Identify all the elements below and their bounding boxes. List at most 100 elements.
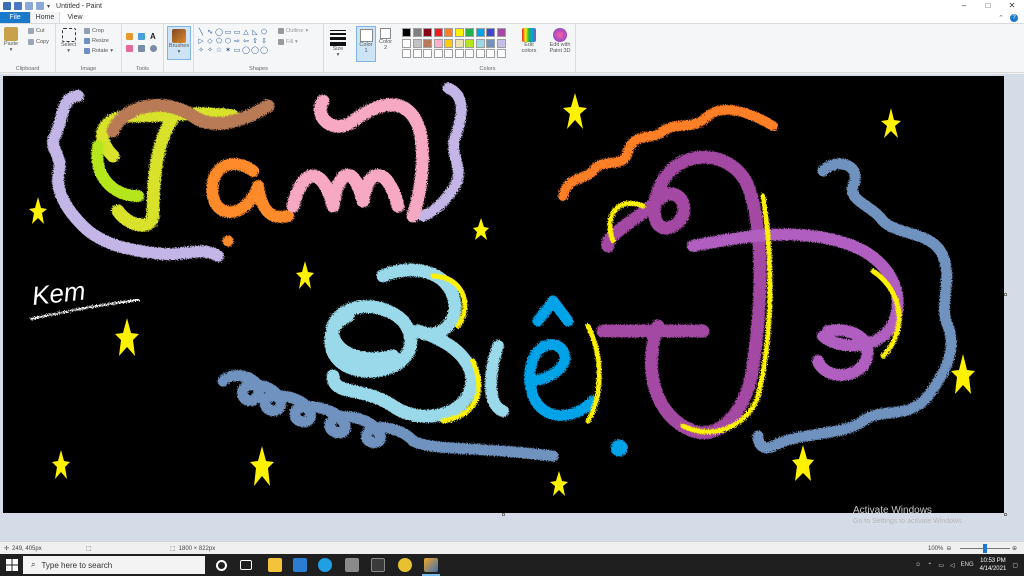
shape-option[interactable]: ✶ <box>224 47 232 55</box>
task-view-icon[interactable] <box>240 560 252 570</box>
shape-option[interactable]: ╲ <box>197 29 205 37</box>
crop-button[interactable]: Crop <box>84 28 104 34</box>
shape-option[interactable]: △ <box>242 29 250 37</box>
network-icon[interactable]: ▭ <box>938 562 944 569</box>
taskbar-search[interactable]: ⌕ Type here to search <box>23 556 205 574</box>
shape-option[interactable]: ⇩ <box>260 38 268 46</box>
color-swatch[interactable] <box>486 49 495 58</box>
close-button[interactable]: ✕ <box>1000 0 1024 12</box>
shape-option[interactable]: ⇨ <box>233 38 241 46</box>
edge-icon[interactable] <box>318 558 332 572</box>
fill-bucket-icon[interactable] <box>138 33 145 40</box>
color-swatch[interactable] <box>486 28 495 37</box>
color-swatch[interactable] <box>402 38 411 48</box>
select-button[interactable]: Select ▾ <box>61 28 76 54</box>
mail-icon[interactable] <box>293 558 307 572</box>
color-swatch[interactable] <box>465 28 474 37</box>
shape-option[interactable]: ⬠ <box>260 29 268 37</box>
resize-handle-right[interactable] <box>1004 293 1007 296</box>
shape-option[interactable]: ◯ <box>215 29 223 37</box>
shape-option[interactable]: ⇦ <box>242 38 250 46</box>
chevron-up-icon[interactable]: ⌃ <box>927 562 932 569</box>
shape-option[interactable]: ⇧ <box>251 38 259 46</box>
copy-button[interactable]: Copy <box>28 39 49 45</box>
shape-option[interactable]: ▷ <box>197 38 205 46</box>
save-icon[interactable] <box>14 2 22 10</box>
help-icon[interactable]: ? <box>1010 13 1018 22</box>
pencil-icon[interactable] <box>126 33 133 40</box>
color-swatch[interactable] <box>412 49 422 58</box>
color-swatch[interactable] <box>433 28 443 37</box>
color2-button[interactable]: Color 2 <box>379 28 392 51</box>
shape-option[interactable]: ▭ <box>233 29 241 37</box>
file-explorer-icon[interactable] <box>268 558 282 572</box>
cut-button[interactable]: Cut <box>28 28 45 34</box>
shape-option[interactable]: ◇ <box>206 38 214 46</box>
minimize-button[interactable]: – <box>952 0 976 12</box>
chrome-icon[interactable] <box>398 558 412 572</box>
shapes-gallery[interactable]: ╲ ∿ ◯ ▭ ▭ △ ◺ ⬠ ▷ ◇ ⬠ ⬡ ⇨ ⇦ ⇧ ⇩ ✧ ✧ ☆ ✶ ▭ ◯ ◯ ◯ <box>197 29 268 55</box>
color-swatch[interactable] <box>475 38 485 48</box>
color-swatch[interactable] <box>486 38 495 48</box>
maximize-button[interactable]: □ <box>976 0 1000 12</box>
color-swatch[interactable] <box>433 38 443 48</box>
customize-qa-icon[interactable]: ▾ <box>47 3 50 10</box>
color-swatch[interactable] <box>475 49 485 58</box>
rotate-button[interactable]: Rotate ▾ <box>84 48 113 54</box>
people-icon[interactable]: ☺ <box>915 562 921 568</box>
zoom-in-icon[interactable]: ⊕ <box>1012 545 1017 552</box>
resize-button[interactable]: Resize <box>84 38 109 44</box>
eraser-icon[interactable] <box>126 45 133 52</box>
magnifier-icon[interactable] <box>150 45 157 52</box>
paste-button[interactable]: Paste ▾ <box>4 27 18 53</box>
shape-option[interactable]: ◺ <box>251 29 259 37</box>
undo-icon[interactable] <box>25 2 33 10</box>
color-swatch[interactable] <box>423 49 432 58</box>
color-swatch[interactable] <box>496 28 506 37</box>
shape-option[interactable]: ⬡ <box>224 38 232 46</box>
resize-handle-corner[interactable] <box>1004 513 1007 516</box>
color-swatch[interactable] <box>444 28 453 37</box>
resize-handle-bottom[interactable] <box>502 513 505 516</box>
color-swatch[interactable] <box>444 49 453 58</box>
color-swatch[interactable] <box>433 49 443 58</box>
color-swatch[interactable] <box>454 38 464 48</box>
color1-button[interactable]: Color 1 <box>356 26 376 62</box>
color-swatch[interactable] <box>475 28 485 37</box>
store-icon[interactable] <box>345 558 359 572</box>
shape-option[interactable]: ☆ <box>215 47 223 55</box>
color-swatch[interactable] <box>454 28 464 37</box>
tab-view[interactable]: View <box>60 12 90 23</box>
color-swatch[interactable] <box>402 49 411 58</box>
brushes-button[interactable]: Brushes ▾ <box>167 26 191 60</box>
color-swatch[interactable] <box>496 38 506 48</box>
shape-option[interactable]: ∿ <box>206 29 214 37</box>
shape-option[interactable]: ◯ <box>251 47 259 55</box>
tab-home[interactable]: Home <box>30 12 60 23</box>
color-swatch[interactable] <box>465 49 474 58</box>
shape-option[interactable]: ◯ <box>242 47 250 55</box>
edit-with-paint3d-button[interactable]: Edit with Paint 3D <box>545 28 575 54</box>
shape-option[interactable]: ⬠ <box>215 38 223 46</box>
zoom-slider-thumb[interactable] <box>983 544 987 553</box>
color-swatch[interactable] <box>423 28 432 37</box>
text-tool-icon[interactable]: A <box>150 32 156 41</box>
size-button[interactable]: Size ▾ <box>330 28 346 58</box>
shape-option[interactable]: ▭ <box>233 47 241 55</box>
color-swatch[interactable] <box>402 28 411 37</box>
color-picker-icon[interactable] <box>138 45 145 52</box>
edit-colors-button[interactable]: Edit colors <box>518 28 540 54</box>
cortana-icon[interactable] <box>216 560 227 571</box>
paint-taskbar-icon[interactable] <box>424 558 438 572</box>
shape-option[interactable]: ◯ <box>260 47 268 55</box>
volume-icon[interactable]: ◁ <box>950 562 955 569</box>
clock[interactable]: 10:53 PM 4/14/2021 <box>980 557 1007 573</box>
shape-option[interactable]: ✧ <box>206 47 214 55</box>
color-swatch[interactable] <box>423 38 432 48</box>
color-swatch[interactable] <box>412 38 422 48</box>
redo-icon[interactable] <box>36 2 44 10</box>
collapse-ribbon-icon[interactable]: ⌃ <box>998 14 1004 22</box>
color-swatch[interactable] <box>412 28 422 37</box>
color-swatch[interactable] <box>454 49 464 58</box>
app-icon[interactable] <box>371 558 385 572</box>
